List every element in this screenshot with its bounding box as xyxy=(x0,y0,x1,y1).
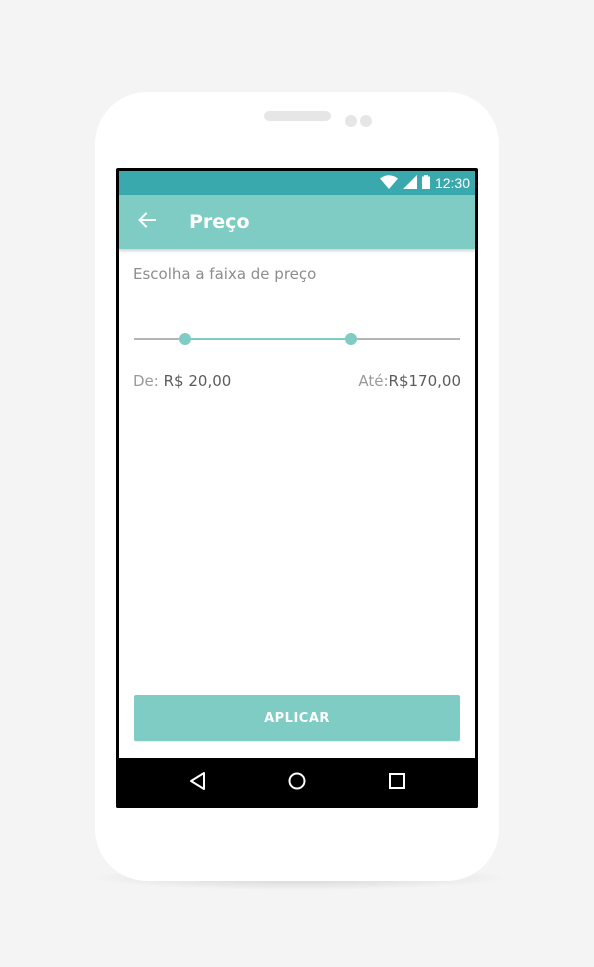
navigation-bar xyxy=(116,758,478,808)
phone-camera xyxy=(345,115,357,127)
price-values-row: De: R$ 20,00 Até:R$170,00 xyxy=(133,370,461,392)
phone-screen: 12:30 Preço Escolha a faixa de preço De:… xyxy=(116,168,478,808)
price-range-slider[interactable] xyxy=(134,329,460,349)
page-title: Preço xyxy=(189,211,250,233)
nav-home-icon xyxy=(287,771,307,795)
nav-recents-button[interactable] xyxy=(382,768,412,798)
phone-speaker xyxy=(264,111,331,121)
nav-recents-icon xyxy=(387,771,407,795)
status-time: 12:30 xyxy=(434,175,470,191)
price-range-subtitle: Escolha a faixa de preço xyxy=(133,265,317,283)
toolbar: Preço xyxy=(119,195,475,249)
nav-back-icon xyxy=(188,771,208,795)
app-content: 12:30 Preço Escolha a faixa de preço De:… xyxy=(119,171,475,758)
back-button[interactable] xyxy=(133,208,161,236)
apply-button[interactable]: APLICAR xyxy=(134,695,460,741)
status-bar: 12:30 xyxy=(119,171,475,195)
nav-home-button[interactable] xyxy=(282,768,312,798)
price-from-value: R$ 20,00 xyxy=(163,372,232,390)
slider-min-thumb[interactable] xyxy=(179,333,192,345)
price-to-value: R$170,00 xyxy=(388,372,461,390)
price-from-label: De: xyxy=(133,372,159,390)
arrow-left-icon xyxy=(138,212,156,232)
status-icons: 12:30 xyxy=(379,171,470,195)
price-to-label: Até: xyxy=(358,372,389,390)
nav-back-button[interactable] xyxy=(183,768,213,798)
wifi-icon xyxy=(379,174,398,193)
slider-selected-range xyxy=(185,338,352,340)
phone-sensor xyxy=(360,115,372,127)
price-from: De: R$ 20,00 xyxy=(133,370,231,392)
price-to: Até:R$170,00 xyxy=(358,370,461,392)
slider-max-thumb[interactable] xyxy=(345,333,358,345)
battery-icon xyxy=(421,174,430,193)
signal-icon xyxy=(402,174,417,193)
